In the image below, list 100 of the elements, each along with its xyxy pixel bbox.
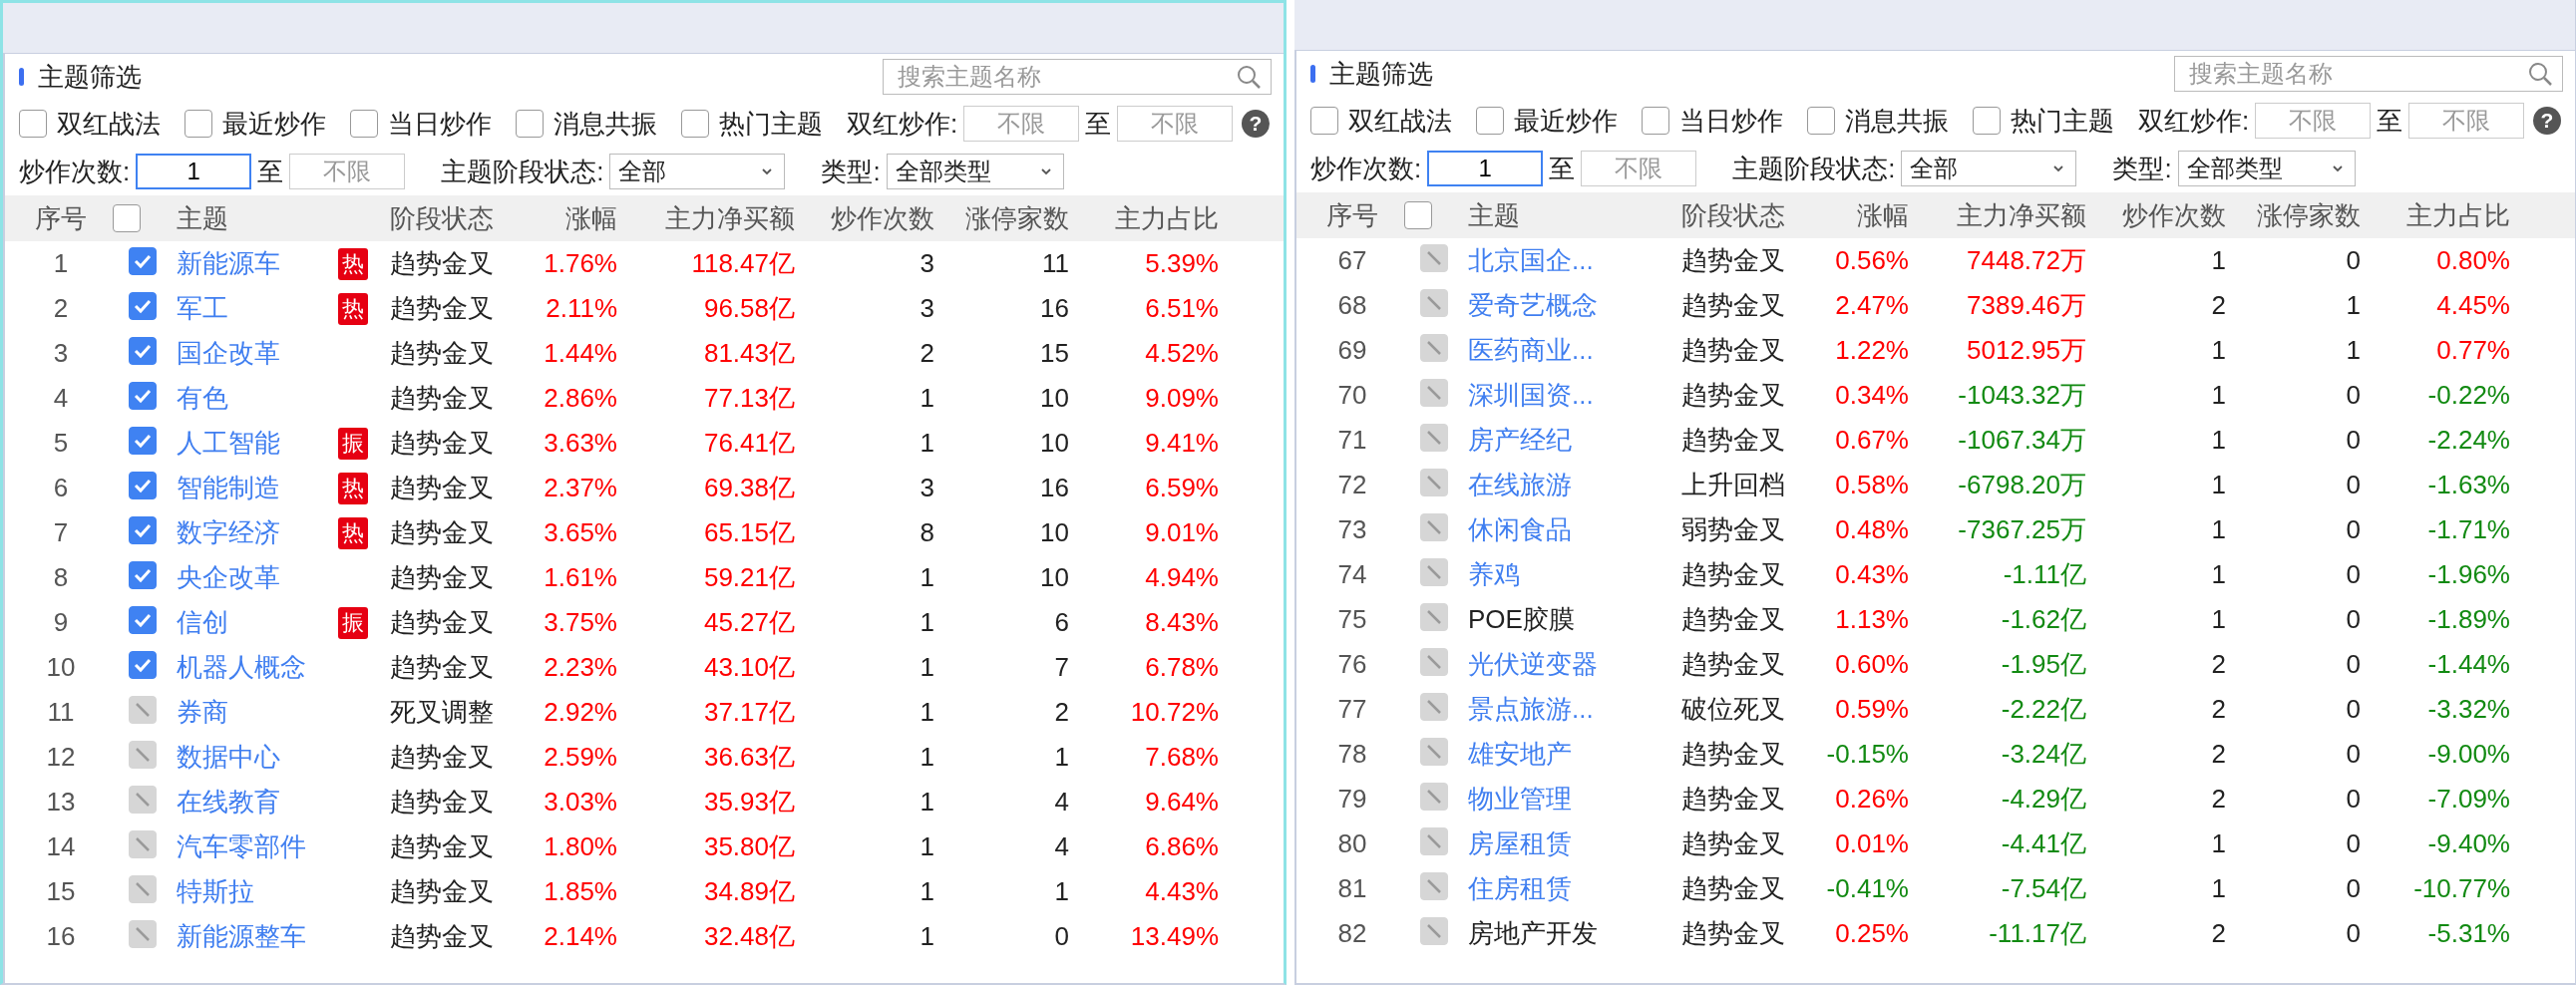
- checkbox[interactable]: [129, 516, 157, 544]
- table-cell-text: 0: [2345, 739, 2362, 770]
- theme-link[interactable]: 新能源车: [175, 246, 336, 281]
- theme-link[interactable]: 房屋租赁: [1466, 826, 1628, 861]
- theme-link[interactable]: 新能源整车: [175, 919, 336, 954]
- table-cell-text: 1.61%: [543, 562, 618, 593]
- table-cell-text: 3.63%: [543, 428, 618, 459]
- column-header: 主题: [1467, 198, 1521, 232]
- range-field[interactable]: 不限: [963, 106, 1080, 142]
- theme-link[interactable]: 特斯拉: [175, 874, 336, 909]
- row-number: 7: [52, 517, 70, 548]
- checkbox[interactable]: [1973, 107, 2001, 135]
- help-icon[interactable]: ?: [2533, 107, 2561, 135]
- checkbox[interactable]: [113, 204, 141, 232]
- search-field[interactable]: 搜索主题名称: [2174, 56, 2563, 92]
- row-number: 6: [52, 473, 70, 503]
- checkbox[interactable]: [1476, 107, 1504, 135]
- theme-link[interactable]: 数字经济: [175, 515, 336, 550]
- table-cell-text: 6.78%: [1144, 652, 1220, 683]
- range-field[interactable]: 不限: [2255, 103, 2372, 139]
- checkbox[interactable]: [129, 292, 157, 320]
- range-field[interactable]: 不限: [1117, 106, 1234, 142]
- table-cell-text: 1: [2345, 290, 2362, 321]
- theme-link[interactable]: 军工: [175, 291, 336, 326]
- theme-link[interactable]: 机器人概念: [175, 650, 336, 685]
- checkbox-label: 最近炒作: [222, 107, 326, 141]
- table-cell-text: 4: [1053, 787, 1070, 818]
- table-cell-text: 2: [919, 338, 935, 369]
- theme-link[interactable]: 房产经纪: [1466, 423, 1628, 458]
- checkbox-label: 消息共振: [1845, 104, 1949, 138]
- checkbox[interactable]: [129, 651, 157, 679]
- theme-link[interactable]: 光伏逆变器: [1466, 647, 1628, 682]
- table-cell-text: 10: [1039, 517, 1070, 548]
- table-cell-text: 趋势金叉: [389, 472, 495, 504]
- checkbox[interactable]: [1642, 107, 1669, 135]
- range-field[interactable]: 不限: [2408, 103, 2525, 139]
- theme-link[interactable]: 医药商业...: [1466, 333, 1628, 368]
- theme-link[interactable]: 汽车零部件: [175, 829, 336, 864]
- table-cell-text: 0.25%: [1834, 918, 1910, 949]
- dropdown[interactable]: 全部: [609, 154, 786, 189]
- theme-link[interactable]: 爱奇艺概念: [1466, 288, 1628, 323]
- range-field[interactable]: 1: [1427, 151, 1544, 186]
- checkbox[interactable]: [1404, 201, 1432, 229]
- row-number: 11: [46, 697, 76, 728]
- checkbox[interactable]: [129, 561, 157, 589]
- theme-link[interactable]: 深圳国资...: [1466, 378, 1628, 413]
- table-cell-text: 2.37%: [543, 473, 618, 503]
- table-cell-text: 36.63亿: [702, 741, 796, 774]
- checkbox[interactable]: [1807, 107, 1835, 135]
- checkbox[interactable]: [350, 110, 378, 138]
- table-cell-text: 0: [2345, 918, 2362, 949]
- theme-link[interactable]: 在线教育: [175, 785, 336, 820]
- table-cell-text: 77.13亿: [702, 382, 796, 415]
- theme-link[interactable]: 物业管理: [1466, 782, 1628, 817]
- theme-link[interactable]: 央企改革: [175, 560, 336, 595]
- table-cell-text: 0: [2345, 380, 2362, 411]
- theme-link[interactable]: 国企改革: [175, 336, 336, 371]
- checkbox[interactable]: [129, 382, 157, 410]
- theme-link[interactable]: 雄安地产: [1466, 737, 1628, 772]
- checkbox[interactable]: [129, 247, 157, 275]
- range-field[interactable]: 1: [136, 154, 252, 189]
- checkbox[interactable]: [681, 110, 709, 138]
- checkbox-label: 双红战法: [57, 107, 161, 141]
- caret-icon: [2330, 163, 2345, 174]
- theme-link[interactable]: 养鸡: [1466, 557, 1628, 592]
- theme-link[interactable]: 信创: [175, 605, 336, 640]
- checkbox[interactable]: [129, 337, 157, 365]
- checkbox[interactable]: [184, 110, 212, 138]
- theme-link[interactable]: 数据中心: [175, 740, 336, 775]
- checkbox[interactable]: [19, 110, 47, 138]
- checkbox[interactable]: [516, 110, 544, 138]
- theme-link[interactable]: 住房租赁: [1466, 871, 1628, 906]
- theme-link[interactable]: 券商: [175, 695, 336, 730]
- table-cell-text: 2: [1053, 697, 1070, 728]
- checkbox[interactable]: [1310, 107, 1338, 135]
- search-field[interactable]: 搜索主题名称: [883, 59, 1272, 95]
- column-header: 主题: [176, 201, 229, 235]
- row-number: 71: [1336, 425, 1368, 456]
- help-icon[interactable]: ?: [1242, 110, 1270, 138]
- row-number: 69: [1336, 335, 1368, 366]
- dropdown[interactable]: 全部类型: [886, 154, 1064, 189]
- table-cell-text: 4.43%: [1144, 876, 1220, 907]
- range-field[interactable]: 不限: [1581, 151, 1697, 186]
- table-cell-text: 59.21亿: [702, 561, 796, 594]
- dropdown[interactable]: 全部类型: [2177, 151, 2356, 186]
- theme-link[interactable]: 智能制造: [175, 471, 336, 505]
- theme-link[interactable]: 人工智能: [175, 426, 336, 461]
- dropdown[interactable]: 全部: [1901, 151, 2077, 186]
- checkbox[interactable]: [129, 427, 157, 455]
- table-cell-text: 1: [919, 383, 935, 414]
- checkbox[interactable]: [129, 472, 157, 499]
- theme-link[interactable]: 有色: [175, 381, 336, 416]
- column-header: 主力占比: [2405, 198, 2511, 232]
- theme-link[interactable]: 北京国企...: [1466, 243, 1628, 278]
- theme-link[interactable]: 景点旅游...: [1466, 692, 1628, 727]
- table-cell-text: 2: [2210, 918, 2227, 949]
- checkbox[interactable]: [129, 606, 157, 634]
- theme-link[interactable]: 休闲食品: [1466, 512, 1628, 547]
- range-field[interactable]: 不限: [289, 154, 406, 189]
- theme-link[interactable]: 在线旅游: [1466, 468, 1628, 502]
